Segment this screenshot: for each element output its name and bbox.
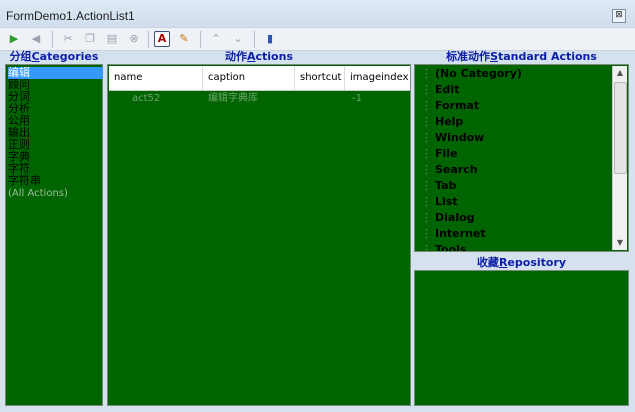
- toolbar-separator: [52, 31, 53, 48]
- tree-item[interactable]: ⋮ File: [421, 146, 458, 162]
- actions-grid-header: name caption shortcut imageindex: [109, 66, 410, 91]
- tree-item-label: Edit: [435, 83, 460, 96]
- action-caption-cell: 编辑字典库: [208, 93, 258, 104]
- action-name-cell: act52: [132, 93, 161, 104]
- actions-header-rest: ctions: [255, 50, 294, 63]
- tree-item-label: Internet: [435, 227, 486, 240]
- toolbar-separator: [148, 31, 149, 48]
- action-imageindex-cell: -1: [352, 93, 362, 104]
- title-bar: FormDemo1.ActionList1 ⊠: [0, 0, 635, 30]
- window-title: FormDemo1.ActionList1: [6, 9, 135, 23]
- help-book-icon[interactable]: ▮: [262, 31, 278, 47]
- repository-list[interactable]: [414, 270, 629, 406]
- new-action-icon[interactable]: ▶: [6, 31, 22, 47]
- copy-icon[interactable]: ❐: [82, 31, 98, 47]
- vertical-scrollbar[interactable]: ▲ ▼: [612, 66, 627, 250]
- tree-item-label: Help: [435, 115, 464, 128]
- tree-branch-icon: ⋮: [421, 147, 432, 160]
- categories-header-cn: 分组: [9, 50, 32, 63]
- scrollbar-thumb[interactable]: [614, 82, 627, 174]
- tree-item-label: List: [435, 195, 458, 208]
- repository-header-rest: epository: [507, 256, 567, 269]
- tree-item[interactable]: ⋮ Tab: [421, 178, 456, 194]
- tree-item-label: (No Category): [435, 67, 522, 80]
- tree-branch-icon: ⋮: [421, 211, 432, 224]
- categories-list[interactable]: 编辑 顾问 分词 分析 公用 输出 正则 字典 字符 字符串 (All Acti…: [5, 64, 103, 406]
- toolbar: ▶ ◀ ✂ ❐ ▤ ⊗ A ✎ ⌃ ⌄ ▮: [0, 27, 635, 51]
- table-row[interactable]: act52 编辑字典库 -1: [109, 90, 410, 108]
- tree-branch-icon: ⋮: [421, 99, 432, 112]
- category-item[interactable]: 字符串: [8, 175, 41, 187]
- cut-icon[interactable]: ✂: [60, 31, 76, 47]
- tree-branch-icon: ⋮: [421, 195, 432, 208]
- move-up-icon[interactable]: ⌃: [208, 31, 224, 47]
- back-icon[interactable]: ◀: [28, 31, 44, 47]
- toolbar-separator: [200, 31, 201, 48]
- repository-header-cn: 收藏: [476, 256, 499, 269]
- column-header-shortcut[interactable]: shortcut: [295, 66, 345, 90]
- tree-branch-icon: ⋮: [421, 227, 432, 240]
- scroll-up-icon[interactable]: ▲: [613, 66, 627, 80]
- paste-icon[interactable]: ▤: [104, 31, 120, 47]
- tree-branch-icon: ⋮: [421, 163, 432, 176]
- tree-item-label: Dialog: [435, 211, 475, 224]
- tree-item[interactable]: ⋮ Edit: [421, 82, 459, 98]
- tree-branch-icon: ⋮: [421, 83, 432, 96]
- standard-header-key: S: [490, 50, 498, 63]
- categories-header-rest: ategories: [39, 50, 99, 63]
- tree-item[interactable]: ⋮ List: [421, 194, 458, 210]
- tree-item-label: File: [435, 147, 458, 160]
- categories-header-key: C: [31, 50, 40, 63]
- tree-item[interactable]: ⋮ Window: [421, 130, 484, 146]
- column-header-name[interactable]: name: [109, 66, 203, 90]
- tree-item[interactable]: ⋮ Tools: [421, 242, 467, 252]
- standard-header-rest: tandard Actions: [498, 50, 597, 63]
- categories-header: 分组Categories: [5, 50, 103, 64]
- actions-header-cn: 动作: [224, 50, 247, 63]
- brush-icon[interactable]: ✎: [176, 31, 192, 47]
- delete-icon[interactable]: ⊗: [126, 31, 142, 47]
- standard-actions-header: 标准动作Standard Actions: [414, 50, 629, 64]
- tree-branch-icon: ⋮: [421, 131, 432, 144]
- category-item-all-actions[interactable]: (All Actions): [8, 188, 68, 200]
- column-header-caption[interactable]: caption: [203, 66, 295, 90]
- text-caption-icon[interactable]: A: [154, 31, 170, 47]
- tree-item-label: Window: [435, 131, 485, 144]
- tree-item-label: Tab: [435, 179, 457, 192]
- actions-header: 动作Actions: [107, 50, 411, 64]
- tree-item[interactable]: ⋮ Dialog: [421, 210, 475, 226]
- column-header-imageindex[interactable]: imageindex: [345, 66, 410, 90]
- scroll-down-icon[interactable]: ▼: [613, 236, 627, 250]
- tree-branch-icon: ⋮: [421, 115, 432, 128]
- tree-item-label: Search: [435, 163, 478, 176]
- tree-item-label: Tools: [435, 243, 467, 252]
- tree-branch-icon: ⋮: [421, 67, 432, 80]
- tree-item[interactable]: ⋮ Search: [421, 162, 478, 178]
- tree-branch-icon: ⋮: [421, 179, 432, 192]
- tree-item[interactable]: ⋮ Internet: [421, 226, 486, 242]
- tree-item-label: Format: [435, 99, 480, 112]
- tree-item[interactable]: ⋮ Help: [421, 114, 463, 130]
- close-button[interactable]: ⊠: [612, 9, 626, 23]
- actions-header-key: A: [246, 50, 256, 63]
- standard-actions-tree[interactable]: ⋮ (No Category) ⋮ Edit ⋮ Format ⋮ Help ⋮ Wind…: [414, 64, 629, 252]
- toolbar-separator: [254, 31, 255, 48]
- tree-branch-icon: ⋮: [421, 243, 432, 252]
- move-down-icon[interactable]: ⌄: [230, 31, 246, 47]
- tree-item[interactable]: ⋮ (No Category): [421, 66, 522, 82]
- tree-item[interactable]: ⋮ Format: [421, 98, 479, 114]
- repository-header: 收藏Repository: [414, 256, 629, 270]
- actions-grid[interactable]: name caption shortcut imageindex act52 编…: [107, 64, 411, 406]
- standard-header-cn: 标准动作: [446, 50, 491, 63]
